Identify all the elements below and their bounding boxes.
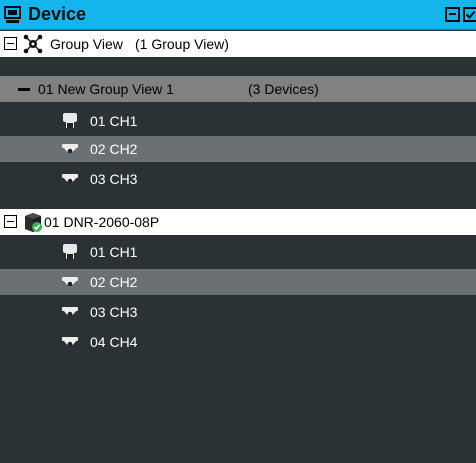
node-count: (3 Devices) [248, 81, 319, 97]
tree-node-device[interactable]: 01 DNR-2060-08P [0, 209, 476, 235]
node-label: 04 CH4 [90, 334, 138, 350]
tree-node-channel[interactable]: 03 CH3 [0, 166, 476, 192]
dome-camera-icon [62, 307, 78, 317]
monitor-icon [4, 6, 21, 23]
dome-camera-icon [62, 337, 78, 347]
dome-camera-icon [62, 277, 78, 287]
collapse-all-button[interactable] [445, 7, 460, 22]
node-count: (1 Group View) [135, 36, 229, 52]
node-label: 02 CH2 [90, 141, 138, 157]
tree-node-channel[interactable]: 01 CH1 [0, 108, 476, 134]
dome-camera-icon [62, 174, 78, 184]
node-label: 01 CH1 [90, 244, 138, 260]
tree-node-channel[interactable]: 02 CH2 [0, 136, 476, 162]
group-network-icon [23, 34, 43, 54]
box-camera-icon [63, 244, 77, 259]
tree-node-channel[interactable]: 01 CH1 [0, 239, 476, 265]
device-panel-header: Device [0, 0, 476, 30]
tree-node-group[interactable]: 01 New Group View 1 (3 Devices) [0, 76, 476, 102]
node-label: 03 CH3 [90, 171, 138, 187]
tree-branch-dash [18, 88, 30, 91]
tree-node-group-view[interactable]: Group View (1 Group View) [0, 31, 476, 57]
tree-node-channel[interactable]: 02 CH2 [0, 269, 476, 295]
nvr-online-icon [25, 213, 42, 232]
dome-camera-icon [62, 144, 78, 154]
collapse-toggle[interactable] [4, 215, 17, 228]
node-label: 01 CH1 [90, 113, 138, 129]
node-label: 01 New Group View 1 [38, 81, 174, 97]
node-label: 02 CH2 [90, 274, 138, 290]
node-label: 03 CH3 [90, 304, 138, 320]
check-box-icon[interactable] [463, 7, 476, 22]
node-label: Group View [50, 36, 123, 52]
tree-node-channel[interactable]: 03 CH3 [0, 299, 476, 325]
device-panel: Device Group View (1 Group View) 01 New … [0, 0, 476, 463]
collapse-toggle[interactable] [4, 37, 17, 50]
tree-node-channel[interactable]: 04 CH4 [0, 329, 476, 355]
box-camera-icon [63, 113, 77, 128]
panel-title: Device [28, 4, 87, 24]
node-label: 01 DNR-2060-08P [44, 214, 160, 230]
